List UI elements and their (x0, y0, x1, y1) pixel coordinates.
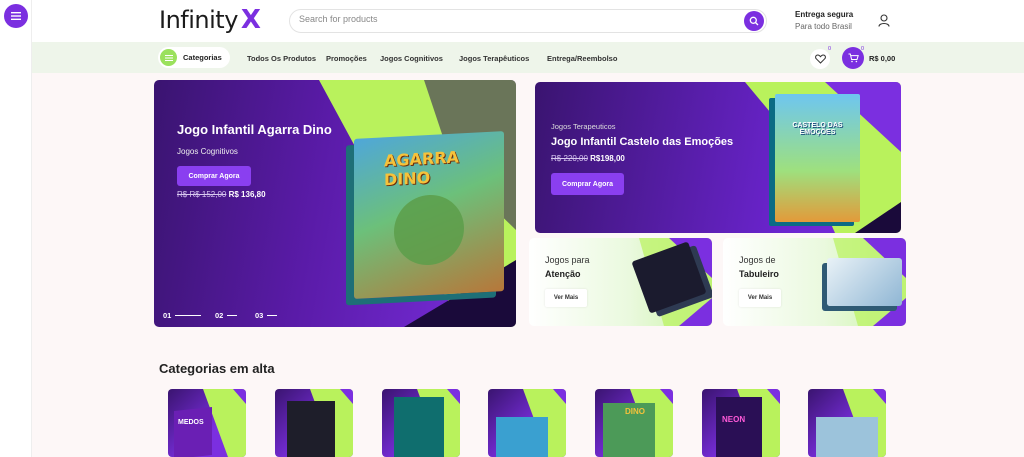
delivery-subtitle: Para todo Brasil (795, 22, 852, 31)
hero-title: Jogo Infantil Agarra Dino (177, 122, 332, 137)
card-game-box (827, 258, 902, 306)
product-box-title: AGARRA DINO (384, 147, 459, 190)
nav-link-promotions[interactable]: Promoções (326, 54, 367, 63)
tile-box (174, 407, 212, 457)
promo-new-price: R$198,00 (590, 154, 625, 163)
slide-indicator-3[interactable]: 03 (255, 311, 278, 320)
category-tile[interactable] (382, 389, 460, 457)
category-tile[interactable] (275, 389, 353, 457)
hero-category: Jogos Cognitivos (177, 147, 238, 156)
see-more-button[interactable]: Ver Mais (739, 289, 781, 307)
cart-total: R$ 0,00 (869, 54, 896, 63)
categories-label: Categorias (183, 53, 222, 62)
tile-box (394, 397, 444, 457)
tile-box (287, 401, 335, 457)
search-icon (749, 16, 759, 26)
logo-mark: X (240, 5, 261, 35)
slide-number: 02 (215, 311, 224, 320)
user-account-icon[interactable] (878, 14, 890, 32)
product-box-castelo: CASTELO DAS EMOÇÕES (775, 94, 860, 222)
category-tile[interactable]: DINO (595, 389, 673, 457)
left-rail (0, 0, 32, 457)
search-bar (289, 9, 767, 33)
delivery-title: Entrega segura (795, 10, 854, 19)
site-header: InfinityX Entrega segura Para todo Brasi… (32, 0, 1024, 42)
hero-old-price: R$ R$ 152,00 (177, 190, 227, 199)
product-box-agarra-dino: AGARRA DINO (354, 131, 504, 299)
slide-indicator-2[interactable]: 02 (215, 311, 238, 320)
delivery-info: Entrega segura Para todo Brasil (795, 9, 853, 33)
card-line1: Jogos de (739, 255, 776, 265)
slide-bar (175, 315, 202, 316)
tile-box (716, 397, 762, 457)
nav-link-delivery-refund[interactable]: Entrega/Reembolso (547, 54, 617, 63)
slide-bar (227, 315, 238, 316)
hero-slider[interactable]: AGARRA DINO Jogo Infantil Agarra Dino Jo… (154, 80, 516, 327)
category-tile[interactable]: NEON (702, 389, 780, 457)
hamburger-menu-icon[interactable] (4, 4, 28, 28)
cart-icon (848, 53, 859, 63)
tile-box-title: DINO (625, 407, 645, 416)
nav-link-all-products[interactable]: Todos Os Produtos (247, 54, 316, 63)
promo-category: Jogos Terapeuticos (551, 122, 616, 131)
logo-text: Infinity (159, 6, 238, 34)
slide-number: 01 (163, 311, 172, 320)
site-logo[interactable]: Infinity X (159, 5, 261, 35)
slide-bar (267, 315, 278, 316)
card-line2: Atenção (545, 269, 581, 279)
promo-banner-castelo[interactable]: CASTELO DAS EMOÇÕES Jogos Terapeuticos J… (535, 82, 901, 233)
promo-buy-button[interactable]: Comprar Agora (551, 173, 624, 195)
menu-icon (160, 49, 177, 66)
category-tile[interactable]: MEDOS (168, 389, 246, 457)
wishlist-button[interactable] (810, 49, 830, 69)
cart-count: 0 (861, 46, 865, 52)
heart-icon (814, 54, 826, 64)
promo-price: R$ 220,00 R$198,00 (551, 154, 625, 163)
main-nav: Categorias Todos Os Produtos Promoções J… (32, 42, 1024, 73)
tile-box (816, 417, 878, 457)
card-line1: Jogos para (545, 255, 590, 265)
nav-link-therapeutic-games[interactable]: Jogos Terapêuticos (459, 54, 529, 63)
search-button[interactable] (744, 11, 764, 31)
hero-price: R$ R$ 152,00 R$ 136,80 (177, 190, 266, 199)
wishlist-count: 0 (828, 46, 832, 52)
search-input[interactable] (299, 14, 699, 24)
categories-button[interactable]: Categorias (158, 47, 230, 68)
section-title: Categorias em alta (159, 361, 275, 376)
page: InfinityX Entrega segura Para todo Brasi… (32, 0, 1024, 457)
category-tile[interactable] (488, 389, 566, 457)
see-more-button[interactable]: Ver Mais (545, 289, 587, 307)
promo-card-board-games[interactable]: Jogos de Tabuleiro Ver Mais (723, 238, 906, 326)
category-tile[interactable] (808, 389, 886, 457)
slide-number: 03 (255, 311, 264, 320)
hero-buy-button[interactable]: Comprar Agora (177, 166, 251, 186)
tile-box (496, 417, 548, 457)
nav-link-cognitive-games[interactable]: Jogos Cognitivos (380, 54, 443, 63)
tile-box-title: MEDOS (178, 419, 204, 426)
slide-indicator-1[interactable]: 01 (163, 311, 202, 320)
promo-card-attention[interactable]: Jogos para Atenção Ver Mais (529, 238, 712, 326)
dino-illustration (394, 193, 464, 267)
tile-box-title: NEON (722, 415, 746, 424)
card-line2: Tabuleiro (739, 269, 779, 279)
promo-old-price: R$ 220,00 (551, 154, 588, 163)
hero-new-price: R$ 136,80 (228, 190, 266, 199)
promo-title: Jogo Infantil Castelo das Emoções (551, 136, 734, 148)
product-box-title: CASTELO DAS EMOÇÕES (792, 122, 843, 136)
